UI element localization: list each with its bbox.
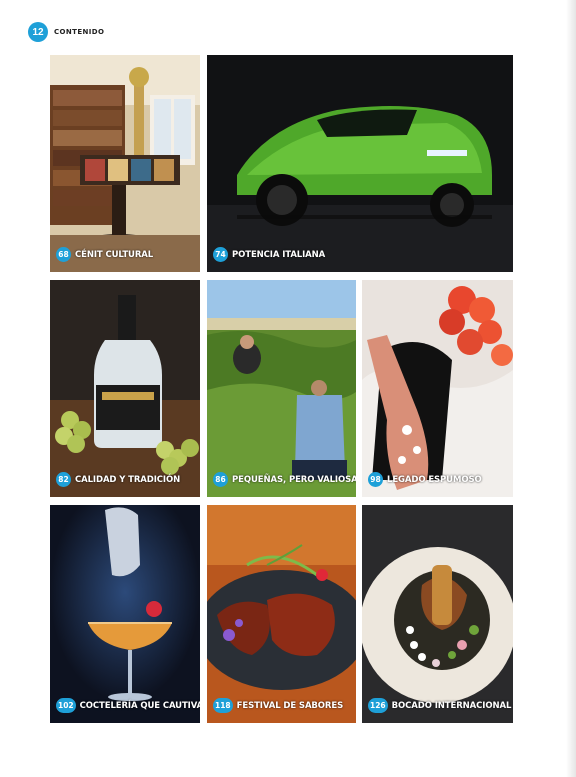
article-title: CALIDAD Y TRADICIÓN bbox=[75, 474, 181, 485]
article-tile-potencia-italiana[interactable]: 74 POTENCIA ITALIANA bbox=[207, 55, 513, 272]
article-tile-bocado-internacional[interactable]: 126 BOCADO INTERNACIONAL bbox=[362, 505, 513, 723]
section-title: CONTENIDO bbox=[54, 28, 105, 36]
article-tile-pequenas-pero-valiosas[interactable]: 86 PEQUEÑAS, PERO VALIOSAS bbox=[207, 280, 356, 497]
article-caption: 126 BOCADO INTERNACIONAL bbox=[368, 698, 511, 713]
article-page-number: 86 bbox=[213, 472, 228, 487]
page-edge-shadow bbox=[566, 0, 576, 777]
green-lamborghini-photo bbox=[207, 55, 513, 272]
article-title: BOCADO INTERNACIONAL bbox=[391, 700, 512, 711]
page-number-badge: 12 bbox=[28, 22, 48, 42]
article-caption: 74 POTENCIA ITALIANA bbox=[213, 247, 325, 262]
article-title: FESTIVAL DE SABORES bbox=[236, 700, 344, 711]
cocktail-glass-photo bbox=[50, 505, 200, 723]
article-tile-calidad-tradicion[interactable]: 82 CALIDAD Y TRADICIÓN bbox=[50, 280, 200, 497]
article-caption: 102 COCTELERÍA QUE CAUTIVA bbox=[56, 698, 200, 713]
article-title: LEGADO ESPUMOSO bbox=[387, 474, 482, 485]
article-page-number: 82 bbox=[56, 472, 71, 487]
article-caption: 82 CALIDAD Y TRADICIÓN bbox=[56, 472, 180, 487]
article-tile-cocteleria-que-cautiva[interactable]: 102 COCTELERÍA QUE CAUTIVA bbox=[50, 505, 200, 723]
article-caption: 86 PEQUEÑAS, PERO VALIOSAS bbox=[213, 472, 356, 487]
article-page-number: 68 bbox=[56, 247, 71, 262]
article-title: PEQUEÑAS, PERO VALIOSAS bbox=[232, 474, 356, 485]
article-title: POTENCIA ITALIANA bbox=[232, 249, 326, 260]
article-tile-festival-de-sabores[interactable]: 118 FESTIVAL DE SABORES bbox=[207, 505, 356, 723]
article-page-number: 118 bbox=[213, 698, 233, 713]
vineyard-harvest-photo bbox=[207, 280, 356, 497]
article-page-number: 102 bbox=[56, 698, 76, 713]
meat-dish-flowers-photo bbox=[207, 505, 356, 723]
article-caption: 118 FESTIVAL DE SABORES bbox=[213, 698, 343, 713]
rose-champagne-photo bbox=[362, 280, 513, 497]
gourmet-plate-photo bbox=[362, 505, 513, 723]
article-page-number: 74 bbox=[213, 247, 228, 262]
rum-bottle-grapes-photo bbox=[50, 280, 200, 497]
article-title: CÉNIT CULTURAL bbox=[75, 249, 154, 260]
bookshelf-globe-photo bbox=[50, 55, 200, 272]
article-page-number: 126 bbox=[368, 698, 388, 713]
article-page-number: 98 bbox=[368, 472, 383, 487]
article-caption: 98 LEGADO ESPUMOSO bbox=[368, 472, 482, 487]
article-title: COCTELERÍA QUE CAUTIVA bbox=[79, 700, 200, 711]
article-tile-cenit-cultural[interactable]: 68 CÉNIT CULTURAL bbox=[50, 55, 200, 272]
article-tile-legado-espumoso[interactable]: 98 LEGADO ESPUMOSO bbox=[362, 280, 513, 497]
page-header: 12 CONTENIDO bbox=[28, 22, 104, 42]
article-caption: 68 CÉNIT CULTURAL bbox=[56, 247, 153, 262]
